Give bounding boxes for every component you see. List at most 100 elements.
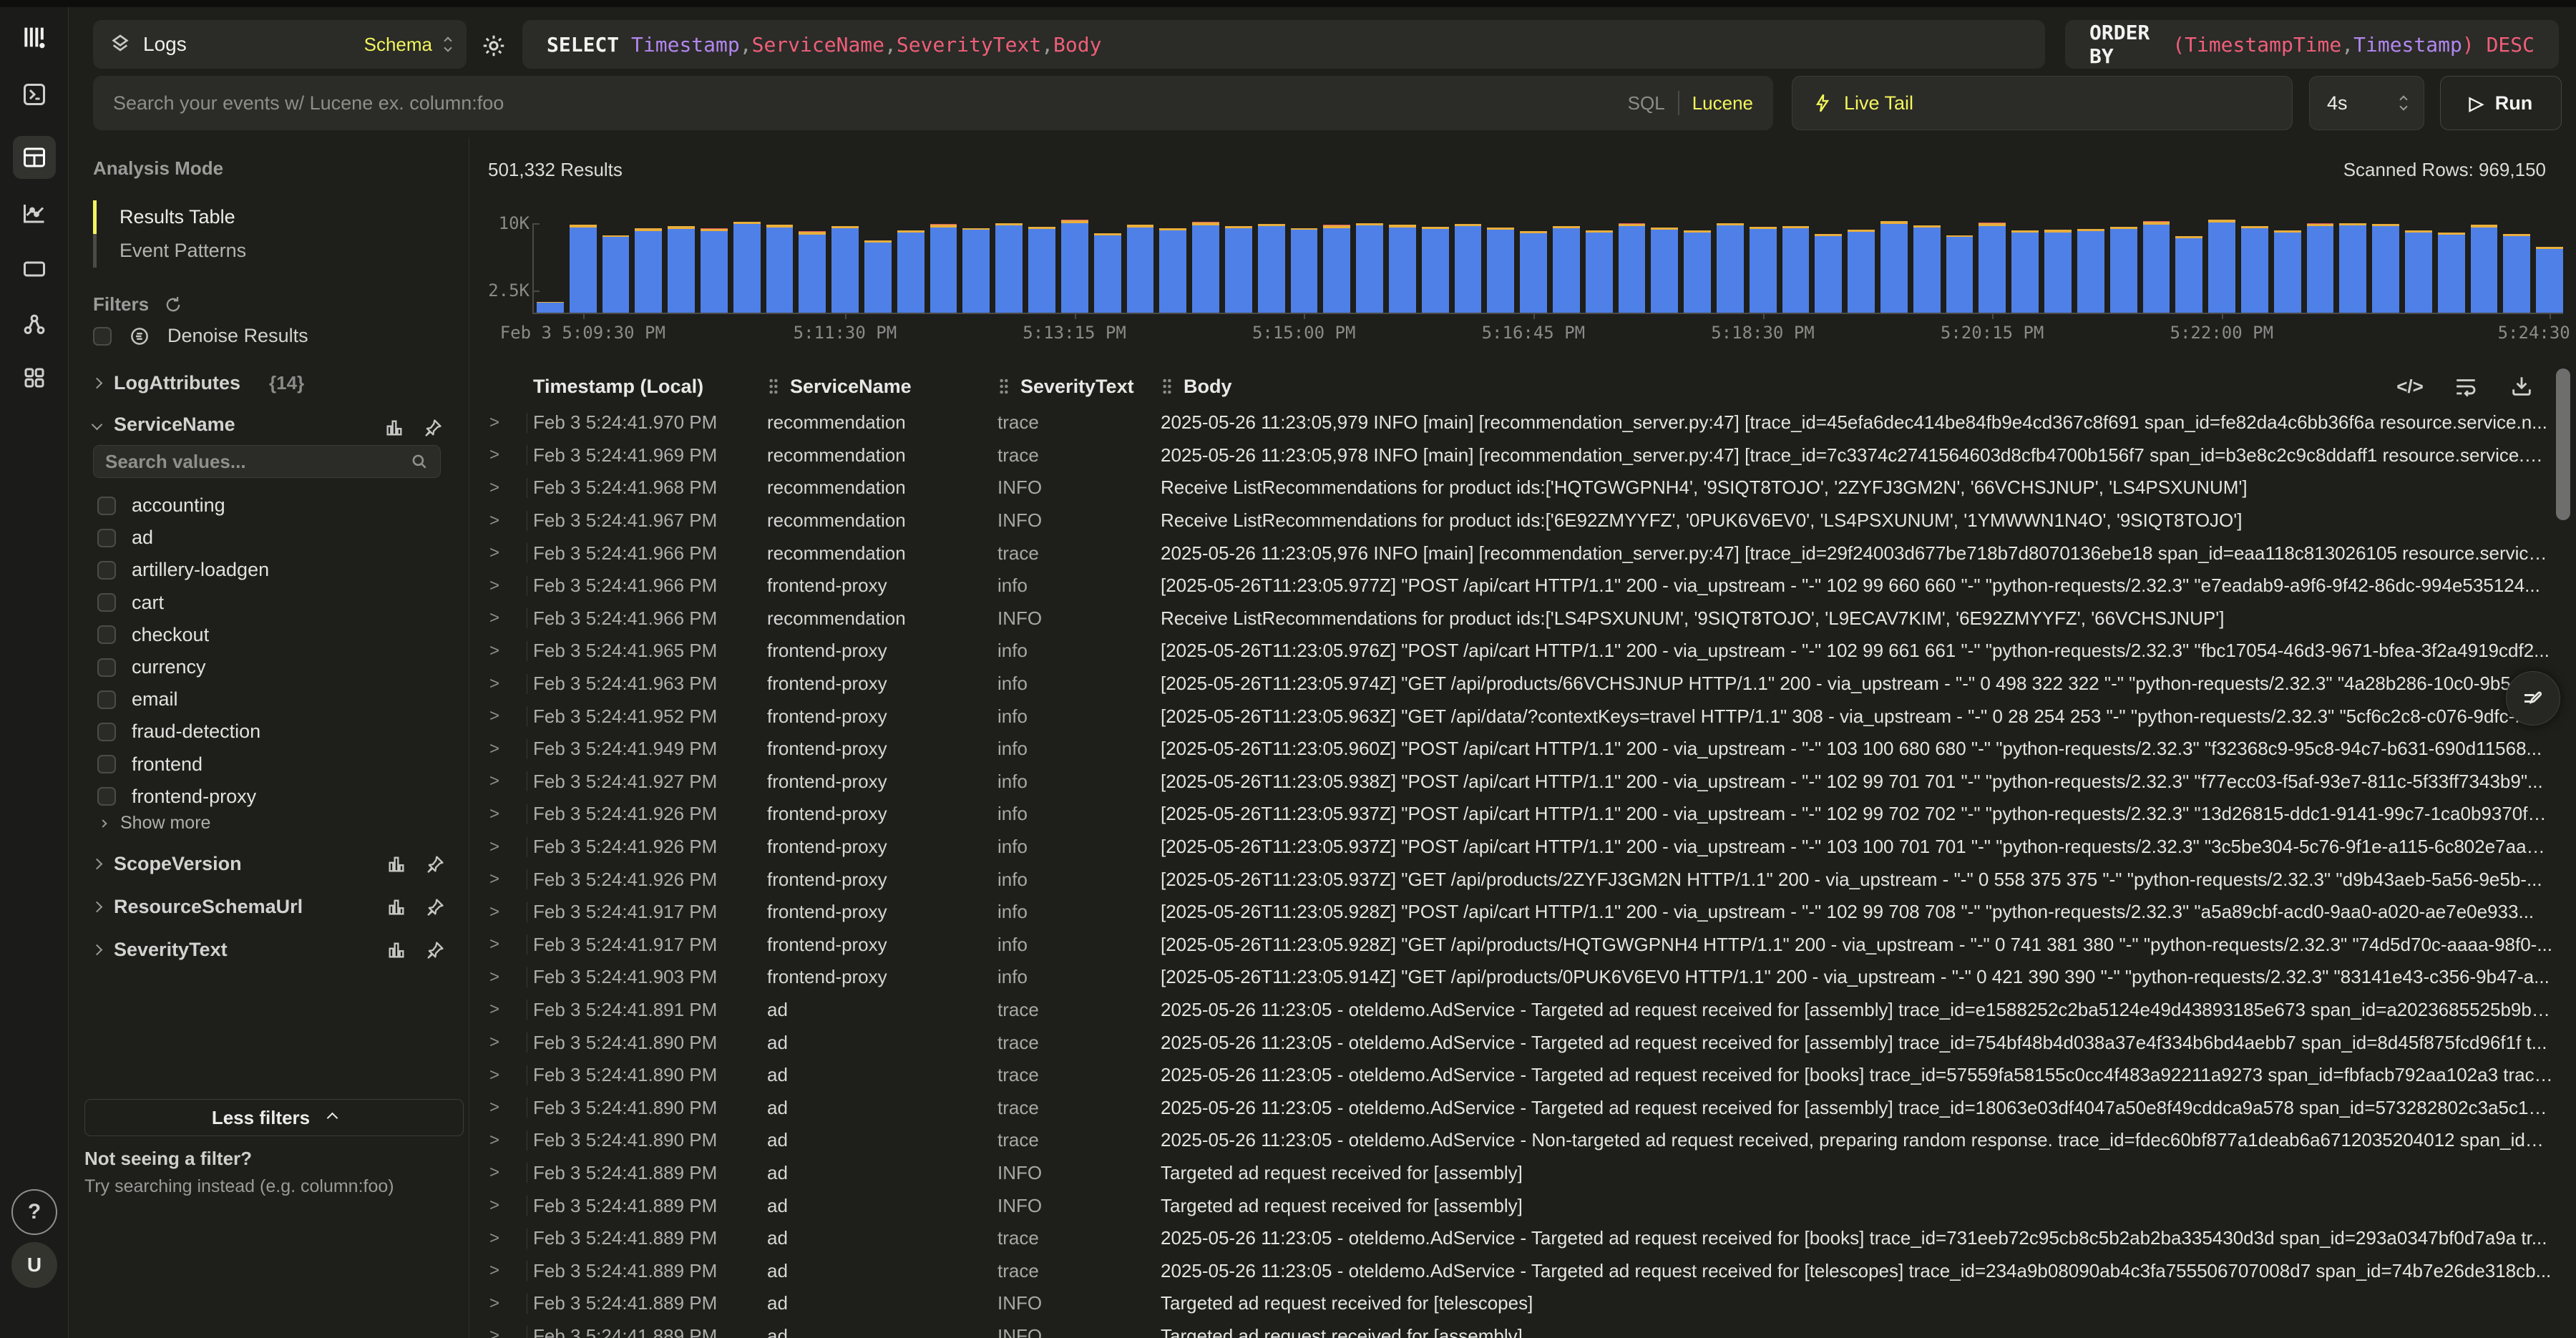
table-row[interactable]: Feb 3 5:24:41.952 PMfrontend-proxyinfo[2… <box>472 700 2553 733</box>
expand-row-chevron[interactable] <box>489 413 499 433</box>
log-attributes-row[interactable]: LogAttributes {14} <box>93 372 304 394</box>
refresh-icon[interactable] <box>163 295 183 315</box>
refresh-interval-select[interactable]: 4s <box>2309 76 2424 130</box>
pin-icon[interactable] <box>425 897 445 917</box>
service-value-row[interactable]: frontend-proxy <box>97 781 434 813</box>
service-value-row[interactable]: ad <box>97 522 434 554</box>
table-row[interactable]: Feb 3 5:24:41.927 PMfrontend-proxyinfo[2… <box>472 766 2553 799</box>
service-value-label[interactable]: checkout <box>132 624 209 646</box>
table-row[interactable]: Feb 3 5:24:41.890 PMadtrace2025-05-26 11… <box>472 1124 2553 1157</box>
table-row[interactable]: Feb 3 5:24:41.889 PMadINFOTargeted ad re… <box>472 1189 2553 1222</box>
expand-row-chevron[interactable] <box>489 706 499 726</box>
expand-row-chevron[interactable] <box>489 837 499 857</box>
table-row[interactable]: Feb 3 5:24:41.969 PMrecommendationtrace2… <box>472 439 2553 472</box>
filter-field-row[interactable]: SeverityText <box>93 939 445 961</box>
table-row[interactable]: Feb 3 5:24:41.926 PMfrontend-proxyinfo[2… <box>472 831 2553 864</box>
run-button[interactable]: Run <box>2440 76 2562 130</box>
service-value-label[interactable]: artillery-loadgen <box>132 559 269 581</box>
service-checkbox[interactable] <box>97 658 116 677</box>
query-language-toggle[interactable]: SQL Lucene <box>1628 91 1753 115</box>
table-row[interactable]: Feb 3 5:24:41.926 PMfrontend-proxyinfo[2… <box>472 863 2553 896</box>
service-checkbox[interactable] <box>97 561 116 580</box>
expand-row-chevron[interactable] <box>489 445 499 465</box>
expand-row-chevron[interactable] <box>489 967 499 987</box>
service-value-row[interactable]: fraud-detection <box>97 716 434 748</box>
service-value-label[interactable]: cart <box>132 592 164 614</box>
table-row[interactable]: Feb 3 5:24:41.890 PMadtrace2025-05-26 11… <box>472 1059 2553 1092</box>
language-sql-option[interactable]: SQL <box>1628 92 1665 114</box>
expand-row-chevron[interactable] <box>489 641 499 661</box>
table-row[interactable]: Feb 3 5:24:41.970 PMrecommendationtrace2… <box>472 406 2553 439</box>
servicename-field-row[interactable]: ServiceName <box>93 414 235 436</box>
source-settings-button[interactable] <box>478 31 509 60</box>
service-checkbox[interactable] <box>97 625 116 644</box>
events-histogram[interactable]: 10K2.5KFeb 3 5:09:30 PM5:11:30 PM5:13:15… <box>472 204 2576 347</box>
bar-chart-icon[interactable] <box>384 418 404 438</box>
drag-handle-icon[interactable] <box>997 378 1010 395</box>
expand-row-chevron[interactable] <box>489 739 499 759</box>
table-body[interactable]: Feb 3 5:24:41.970 PMrecommendationtrace2… <box>472 406 2553 1338</box>
service-checkbox[interactable] <box>97 787 116 806</box>
service-checkbox[interactable] <box>97 755 116 773</box>
service-value-row[interactable]: artillery-loadgen <box>97 554 434 586</box>
download-icon[interactable] <box>2507 372 2536 401</box>
pin-icon[interactable] <box>423 418 443 438</box>
service-checkbox[interactable] <box>97 723 116 741</box>
column-header-body[interactable]: Body <box>1155 376 2447 398</box>
search-input[interactable] <box>113 92 1628 114</box>
table-row[interactable]: Feb 3 5:24:41.890 PMadtrace2025-05-26 11… <box>472 1026 2553 1059</box>
table-row[interactable]: Feb 3 5:24:41.890 PMadtrace2025-05-26 11… <box>472 1091 2553 1124</box>
expand-row-chevron[interactable] <box>489 1294 499 1314</box>
drag-handle-icon[interactable] <box>767 378 780 395</box>
event-search-bar[interactable]: SQL Lucene <box>93 76 1773 130</box>
table-row[interactable]: Feb 3 5:24:41.889 PMadINFOTargeted ad re… <box>472 1157 2553 1190</box>
service-value-label[interactable]: frontend-proxy <box>132 786 256 808</box>
service-value-row[interactable]: cart <box>97 587 434 619</box>
bar-chart-icon[interactable] <box>386 897 406 917</box>
expand-row-chevron[interactable] <box>489 1098 499 1118</box>
table-row[interactable]: Feb 3 5:24:41.891 PMadtrace2025-05-26 11… <box>472 994 2553 1027</box>
filter-field-row[interactable]: ResourceSchemaUrl <box>93 896 445 918</box>
expand-row-chevron[interactable] <box>489 478 499 498</box>
table-row[interactable]: Feb 3 5:24:41.965 PMfrontend-proxyinfo[2… <box>472 635 2553 668</box>
table-row[interactable]: Feb 3 5:24:41.917 PMfrontend-proxyinfo[2… <box>472 896 2553 929</box>
rail-chart-icon[interactable] <box>13 192 56 235</box>
service-value-row[interactable]: checkout <box>97 619 434 651</box>
service-value-label[interactable]: fraud-detection <box>132 721 260 743</box>
table-row[interactable]: Feb 3 5:24:41.889 PMadtrace2025-05-26 11… <box>472 1254 2553 1287</box>
show-more-row[interactable]: Show more <box>100 813 210 834</box>
service-checkbox[interactable] <box>97 529 116 547</box>
service-value-row[interactable]: currency <box>97 651 434 683</box>
live-tail-button[interactable]: Live Tail <box>1792 76 2293 130</box>
denoise-row[interactable]: Denoise Results <box>93 325 308 347</box>
service-value-label[interactable]: accounting <box>132 494 225 517</box>
expand-row-chevron[interactable] <box>489 543 499 563</box>
filter-field-row[interactable]: ScopeVersion <box>93 853 445 875</box>
bar-chart-icon[interactable] <box>386 854 406 874</box>
service-value-label[interactable]: email <box>132 688 178 710</box>
table-row[interactable]: Feb 3 5:24:41.917 PMfrontend-proxyinfo[2… <box>472 929 2553 962</box>
expand-row-chevron[interactable] <box>489 804 499 824</box>
expand-row-chevron[interactable] <box>489 608 499 628</box>
column-header-severitytext[interactable]: SeverityText <box>992 376 1155 398</box>
select-query-editor[interactable]: SELECT Timestamp, ServiceName, SeverityT… <box>522 20 2045 69</box>
expand-row-chevron[interactable] <box>489 902 499 922</box>
table-config-floating-button[interactable] <box>2506 671 2560 726</box>
rail-search-results-icon[interactable] <box>13 136 56 179</box>
wrap-text-icon[interactable] <box>2451 372 2480 401</box>
service-values-search-input[interactable] <box>105 451 410 473</box>
service-value-label[interactable]: frontend <box>132 753 203 776</box>
pin-icon[interactable] <box>425 854 445 874</box>
expand-row-chevron[interactable] <box>489 1229 499 1249</box>
expand-row-chevron[interactable] <box>489 1326 499 1338</box>
rail-sessions-icon[interactable] <box>13 248 56 290</box>
help-button[interactable]: ? <box>11 1189 57 1235</box>
expand-row-chevron[interactable] <box>489 511 499 531</box>
vertical-scrollbar[interactable] <box>2556 368 2570 520</box>
table-row[interactable]: Feb 3 5:24:41.966 PMrecommendationINFORe… <box>472 602 2553 635</box>
table-row[interactable]: Feb 3 5:24:41.966 PMrecommendationtrace2… <box>472 537 2553 570</box>
service-value-row[interactable]: email <box>97 683 434 716</box>
table-row[interactable]: Feb 3 5:24:41.889 PMadINFOTargeted ad re… <box>472 1287 2553 1320</box>
expand-row-chevron[interactable] <box>489 1065 499 1085</box>
expand-row-chevron[interactable] <box>489 1261 499 1281</box>
